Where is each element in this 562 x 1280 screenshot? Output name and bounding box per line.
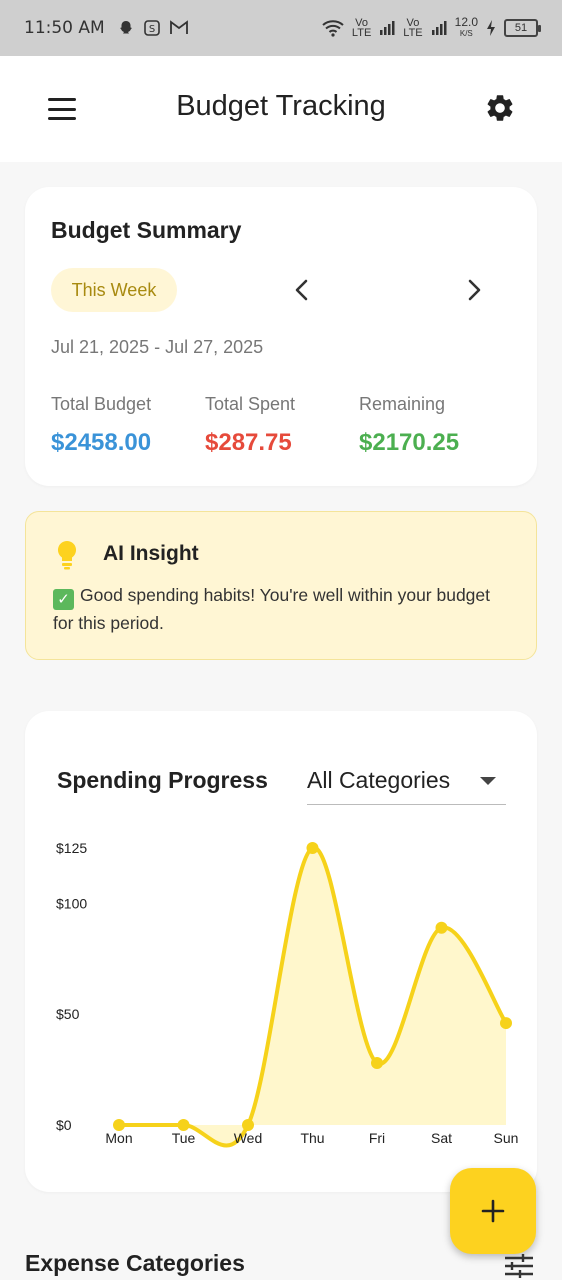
expense-categories-title: Expense Categories	[25, 1250, 245, 1276]
status-time: 11:50 AM	[24, 18, 105, 38]
x-tick-label: Thu	[300, 1130, 324, 1146]
gear-icon[interactable]	[484, 92, 516, 124]
app-bar: Budget Tracking	[0, 56, 562, 162]
x-tick-label: Sat	[431, 1130, 452, 1146]
chart-point-sun	[500, 1017, 512, 1030]
period-chip[interactable]: This Week	[51, 268, 177, 312]
stat-label: Total Budget	[51, 394, 152, 414]
status-bar: 11:50 AM S Vo LTE Vo LTE 12.0 K/S 51	[0, 0, 562, 56]
signal-icon-2	[431, 21, 447, 35]
y-tick-label: $0	[56, 1117, 72, 1133]
gmail-icon	[169, 20, 188, 34]
chevron-left-icon[interactable]	[291, 277, 313, 303]
stat-value: $2170.25	[359, 429, 460, 456]
charging-icon	[487, 20, 495, 36]
svg-text:S: S	[149, 24, 155, 35]
wifi-icon	[322, 20, 344, 37]
app-s-icon: S	[143, 20, 160, 36]
stat-value: $287.75	[205, 429, 292, 456]
insight-text: Good spending habits! You're well within…	[53, 585, 491, 633]
system-indicators: Vo LTE Vo LTE 12.0 K/S 51	[322, 15, 541, 39]
stat-label: Remaining	[359, 394, 446, 414]
network-speed: 12.0 K/S	[454, 15, 478, 38]
chevron-right-icon[interactable]	[463, 277, 485, 303]
stat-remaining: Remaining $2170.25	[359, 394, 459, 457]
lightbulb-icon	[57, 540, 77, 570]
filter-icon[interactable]	[504, 1252, 534, 1280]
x-tick-label: Tue	[172, 1130, 196, 1146]
volte-label-2: Vo LTE	[403, 17, 423, 39]
stat-label: Total Spent	[205, 394, 296, 414]
summary-title: Budget Summary	[51, 217, 242, 243]
plus-icon	[481, 1199, 505, 1223]
insight-message: ✓ Good spending habits! You're well withi…	[53, 582, 503, 637]
x-tick-label: Fri	[369, 1130, 385, 1146]
spending-progress-card: Spending Progress All Categories $125 $10…	[25, 711, 537, 1192]
signal-icon-1	[380, 21, 395, 35]
chart-point-sat	[435, 921, 448, 934]
stat-value: $2458.00	[51, 429, 152, 456]
date-range: Jul 21, 2025 - Jul 27, 2025	[51, 337, 264, 357]
insight-title: AI Insight	[103, 542, 199, 565]
stat-total-budget: Total Budget $2458.00	[51, 394, 151, 457]
y-tick-label: $125	[56, 840, 87, 856]
chart-area-fill	[119, 847, 506, 1146]
x-tick-label: Mon	[105, 1130, 132, 1146]
snapchat-icon	[119, 21, 132, 34]
stat-total-spent: Total Spent $287.75	[205, 394, 295, 457]
chart-point-thu	[306, 842, 319, 854]
notification-icons: S	[117, 19, 189, 37]
spending-chart: $125 $100 $50 $0 Mon Tue Wed Thu Fri Sat Sun	[56, 840, 519, 1148]
check-icon: ✓	[53, 589, 74, 610]
y-tick-label: $100	[56, 895, 87, 911]
battery-level: 51	[514, 22, 528, 34]
budget-summary-card: Budget Summary This Week Jul 21, 2025 - …	[25, 187, 537, 486]
ai-insight-card: AI Insight ✓ Good spending habits! You're…	[25, 511, 537, 660]
y-tick-label: $50	[56, 1006, 80, 1022]
chart-point-fri	[371, 1056, 383, 1069]
add-expense-button[interactable]	[450, 1168, 536, 1254]
x-tick-label: Wed	[234, 1130, 263, 1146]
page-title: Budget Tracking	[176, 90, 386, 122]
x-tick-label: Sun	[494, 1130, 519, 1146]
battery-icon: 51	[504, 19, 541, 37]
volte-label-1: Vo LTE	[351, 17, 372, 39]
